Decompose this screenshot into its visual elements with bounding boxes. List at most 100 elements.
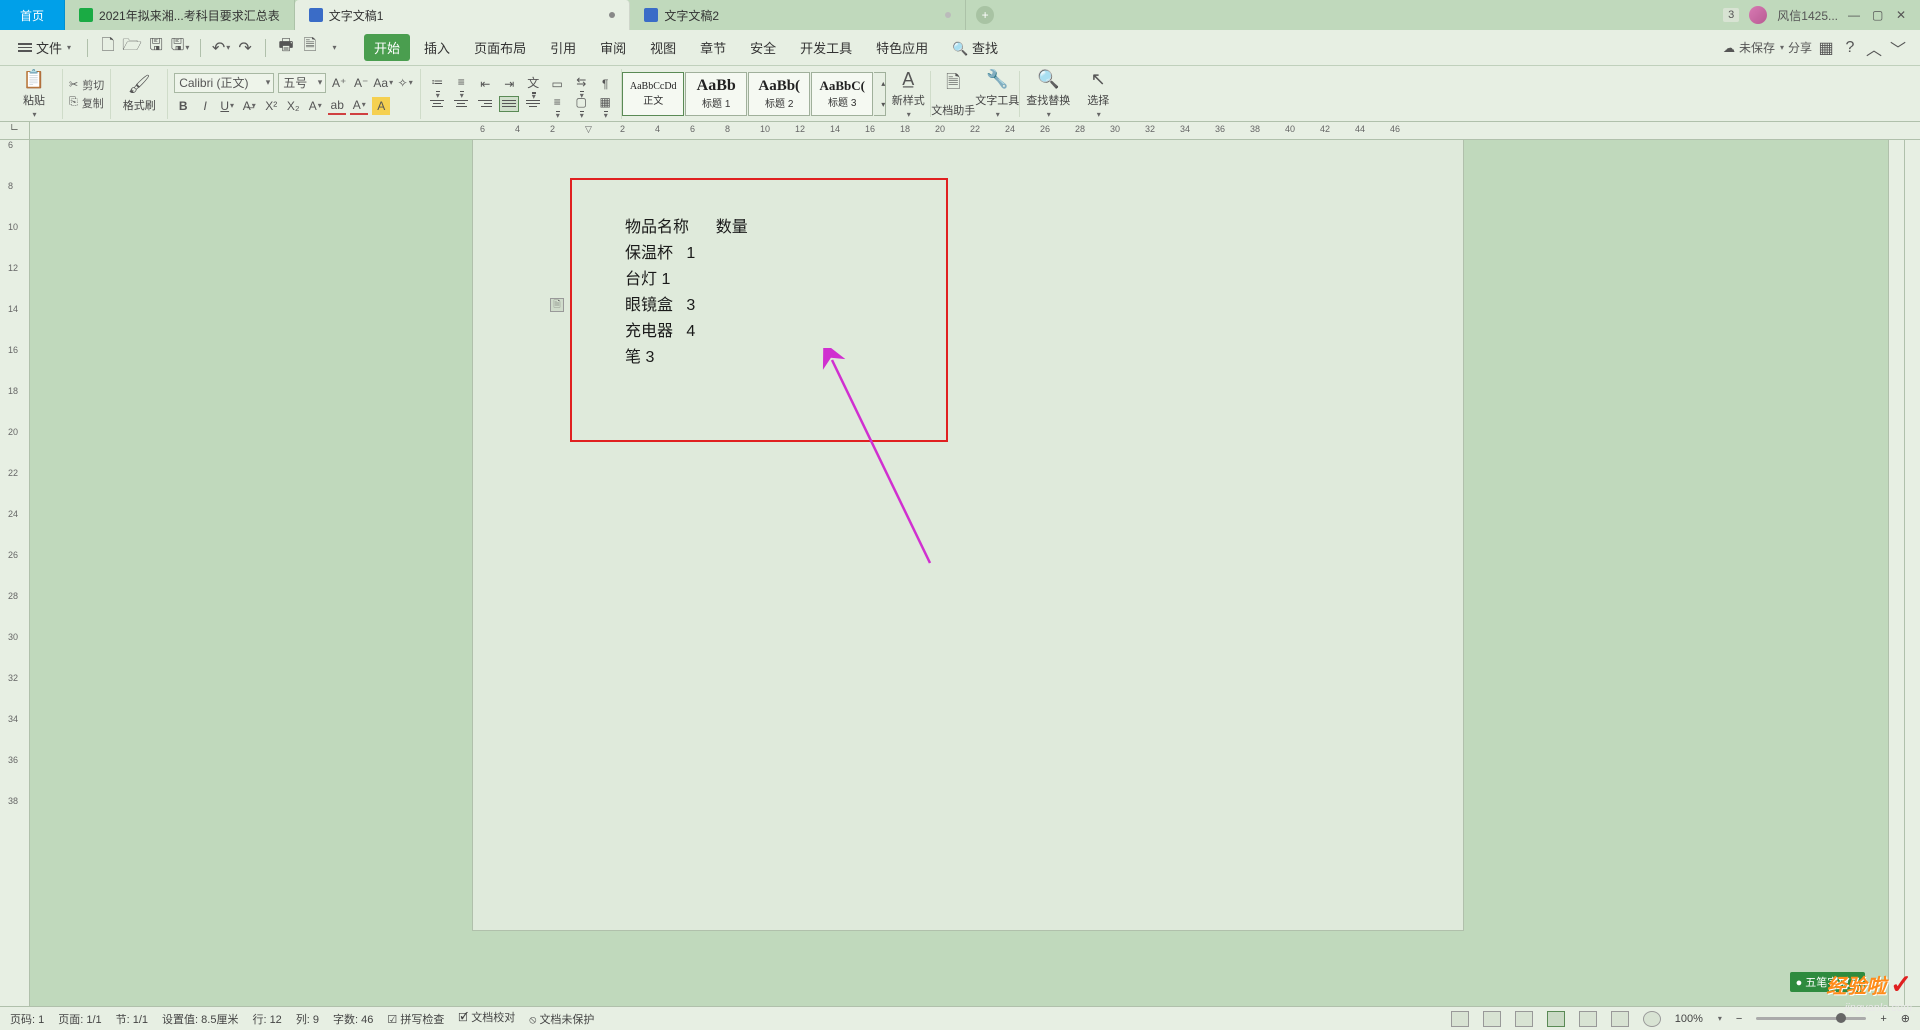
view-fullscreen-icon[interactable] xyxy=(1451,1011,1469,1027)
font-effect-icon[interactable]: A▾ xyxy=(306,97,324,115)
new-tab-button[interactable]: + xyxy=(976,6,994,24)
italic-icon[interactable]: I xyxy=(196,97,214,115)
tab-workbook[interactable]: 2021年拟来湘...考科目要求汇总表 xyxy=(65,0,295,30)
expand-icon[interactable]: ﹀ xyxy=(1888,38,1908,58)
cut-button[interactable]: ✂ 剪切 xyxy=(69,77,104,93)
cloud-status[interactable]: ☁ 未保存▾ xyxy=(1723,39,1784,56)
saveas-icon[interactable]: 🖫▾ xyxy=(170,38,190,58)
underline-icon[interactable]: U▾ xyxy=(218,97,236,115)
document-content[interactable]: 物品名称 数量 保温杯 1 台灯 1 眼镜盒 3 充电器 4 笔 3 xyxy=(625,215,748,371)
font-color-icon[interactable]: A▾ xyxy=(350,97,368,115)
sidebar-tools[interactable] xyxy=(1904,140,1920,1006)
redo-icon[interactable]: ↷ xyxy=(235,38,255,58)
paste-button[interactable]: 📋粘贴▾ xyxy=(12,69,56,119)
shrink-font-icon[interactable]: A⁻ xyxy=(352,74,370,92)
file-menu[interactable]: 文件▾ xyxy=(12,34,77,61)
strike-icon[interactable]: A̶▾ xyxy=(240,97,258,115)
scrollbar-vertical[interactable] xyxy=(1888,140,1904,1006)
notification-count[interactable]: 3 xyxy=(1723,8,1739,22)
char-space-icon[interactable]: ▭ xyxy=(547,76,567,92)
zoom-in-button[interactable]: + xyxy=(1880,1013,1886,1025)
indent-dec-icon[interactable]: ⇤ xyxy=(475,76,495,92)
save-icon[interactable]: 🖫 xyxy=(146,38,166,58)
tab-doc-active[interactable]: 文字文稿1 xyxy=(295,0,631,30)
view-page-icon[interactable] xyxy=(1547,1011,1565,1027)
align-dist-icon[interactable] xyxy=(523,96,543,112)
view-web-icon[interactable] xyxy=(1579,1011,1597,1027)
view-read-icon[interactable] xyxy=(1483,1011,1501,1027)
tabs-icon[interactable]: ⇆▾ xyxy=(571,76,591,92)
align-center-icon[interactable] xyxy=(451,96,471,112)
showmarks-icon[interactable]: ¶ xyxy=(595,76,615,92)
style-h3[interactable]: AaBbC(标题 3 xyxy=(811,72,873,116)
style-gallery[interactable]: AaBbCcDd正文 AaBb标题 1 AaBb(标题 2 AaBbC(标题 3… xyxy=(622,72,886,116)
doc-helper-button[interactable]: 🗎文档助手 xyxy=(931,69,975,119)
border-icon[interactable]: ▦▾ xyxy=(595,96,615,112)
change-case-icon[interactable]: Aa▾ xyxy=(374,74,392,92)
status-protect[interactable]: ⦸ 文档未保护 xyxy=(529,1011,594,1027)
share-button[interactable]: 分享 xyxy=(1788,39,1812,56)
minimize-button[interactable]: — xyxy=(1848,8,1862,22)
style-h2[interactable]: AaBb(标题 2 xyxy=(748,72,810,116)
shading-icon[interactable]: ▢▾ xyxy=(571,96,591,112)
view-skin-icon[interactable] xyxy=(1643,1011,1661,1027)
print-preview-icon[interactable]: 🗎 xyxy=(300,38,320,58)
menu-insert[interactable]: 插入 xyxy=(414,34,460,61)
new-style-button[interactable]: A̲新样式▾ xyxy=(886,69,930,119)
bullet-list-icon[interactable]: ≔▾ xyxy=(427,76,447,92)
status-proof[interactable]: 🗹 文档校对 xyxy=(458,1009,515,1028)
menu-chapter[interactable]: 章节 xyxy=(690,34,736,61)
tab-doc2[interactable]: 文字文稿2 xyxy=(630,0,966,30)
align-left-icon[interactable] xyxy=(427,96,447,112)
menu-layout[interactable]: 页面布局 xyxy=(464,34,536,61)
zoom-value[interactable]: 100% xyxy=(1675,1013,1703,1025)
status-spell[interactable]: ☑ 拼写检查 xyxy=(387,1011,444,1027)
indent-inc-icon[interactable]: ⇥ xyxy=(499,76,519,92)
tab-home[interactable]: 首页 xyxy=(0,0,65,30)
status-pages[interactable]: 页面: 1/1 xyxy=(58,1011,101,1027)
status-words[interactable]: 字数: 46 xyxy=(333,1011,373,1027)
align-justify-icon[interactable] xyxy=(499,96,519,112)
maximize-button[interactable]: ▢ xyxy=(1872,8,1886,22)
close-button[interactable]: ✕ xyxy=(1896,8,1910,22)
view-eye-icon[interactable] xyxy=(1611,1011,1629,1027)
menu-devtools[interactable]: 开发工具 xyxy=(790,34,862,61)
highlight-icon[interactable]: A xyxy=(372,97,390,115)
clear-format-icon[interactable]: ✧▾ xyxy=(396,74,414,92)
paste-options-icon[interactable]: 🗎 xyxy=(550,298,564,312)
menu-ref[interactable]: 引用 xyxy=(540,34,586,61)
tab-selector[interactable]: ∟ xyxy=(0,122,30,139)
scan-icon[interactable]: ▦ xyxy=(1816,38,1836,58)
canvas[interactable]: 🗎 物品名称 数量 保温杯 1 台灯 1 眼镜盒 3 充电器 4 笔 3 xyxy=(30,140,1888,1006)
avatar-icon[interactable] xyxy=(1749,6,1767,24)
style-body[interactable]: AaBbCcDd正文 xyxy=(622,72,684,116)
superscript-icon[interactable]: X² xyxy=(262,97,280,115)
menu-start[interactable]: 开始 xyxy=(364,34,410,61)
zoom-slider[interactable] xyxy=(1756,1017,1866,1020)
phonetic-icon[interactable]: ab xyxy=(328,97,346,115)
select-button[interactable]: ↖选择▾ xyxy=(1076,69,1120,119)
copy-button[interactable]: ⎘ 复制 xyxy=(69,95,104,111)
view-outline-icon[interactable] xyxy=(1515,1011,1533,1027)
print-icon[interactable]: 🖶 xyxy=(276,38,296,58)
menu-search[interactable]: 🔍 查找 xyxy=(942,34,1008,61)
menu-review[interactable]: 审阅 xyxy=(590,34,636,61)
menu-special[interactable]: 特色应用 xyxy=(866,34,938,61)
number-list-icon[interactable]: ≡▾ xyxy=(451,76,471,92)
text-tool-button[interactable]: 🔧文字工具▾ xyxy=(975,69,1019,119)
style-h1[interactable]: AaBb标题 1 xyxy=(685,72,747,116)
find-replace-button[interactable]: 🔍查找替换▾ xyxy=(1020,69,1076,119)
line-space-icon[interactable]: ≡▾ xyxy=(547,96,567,112)
format-painter-button[interactable]: 🖌格式刷 xyxy=(117,69,161,119)
text-dir-icon[interactable]: 文▾ xyxy=(523,76,543,92)
zoom-out-button[interactable]: − xyxy=(1736,1013,1742,1025)
menu-view[interactable]: 视图 xyxy=(640,34,686,61)
more-icon[interactable]: ▾ xyxy=(324,38,344,58)
status-page[interactable]: 页码: 1 xyxy=(10,1011,44,1027)
open-icon[interactable]: 🗁 xyxy=(122,38,142,58)
help-icon[interactable]: ? xyxy=(1840,38,1860,58)
font-size-select[interactable]: 五号 xyxy=(278,73,326,93)
menu-security[interactable]: 安全 xyxy=(740,34,786,61)
bold-icon[interactable]: B xyxy=(174,97,192,115)
new-doc-icon[interactable]: 🗋 xyxy=(98,38,118,58)
